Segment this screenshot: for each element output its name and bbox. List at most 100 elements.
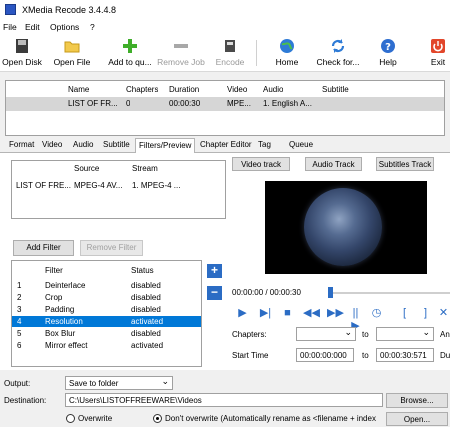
menu-bar: File Edit Options ? [0, 20, 450, 35]
column-header[interactable]: Name [68, 85, 89, 94]
filter-name: Mirror effect [45, 341, 88, 350]
help-button[interactable]: ? Help [368, 35, 408, 71]
tab-audio[interactable]: Audio [70, 140, 96, 153]
output-label: Output: [4, 379, 31, 388]
exit-button[interactable]: Exit [420, 35, 450, 71]
filter-name: Box Blur [45, 329, 76, 338]
filter-row[interactable]: 5 Box Blur disabled [12, 328, 201, 339]
seek-thumb[interactable] [328, 287, 333, 298]
tab-chapter-editor[interactable]: Chapter Editor [197, 140, 255, 153]
filter-list-header: Filter Status [12, 265, 201, 276]
end-time-field[interactable]: 00:00:30:571 [376, 348, 434, 362]
menu-edit[interactable]: Edit [25, 22, 40, 32]
home-button[interactable]: Home [266, 35, 308, 71]
job-cell-video: MPE... [227, 99, 252, 108]
open-button[interactable]: Open... [386, 412, 448, 426]
job-cell-chapters: 0 [126, 99, 131, 108]
tab-bar: Format Video Audio Subtitle Filters/Prev… [0, 138, 450, 154]
tab-filters-preview[interactable]: Filters/Preview [135, 138, 196, 154]
stream-cell-name[interactable]: LIST OF FRE... [16, 181, 72, 190]
next-frame-icon[interactable]: ||▶ [349, 307, 362, 332]
add-icon[interactable]: + [207, 264, 222, 278]
column-header[interactable]: Audio [263, 85, 283, 94]
mark-out-icon[interactable]: ] [419, 307, 432, 320]
filter-status: activated [131, 317, 164, 326]
toolbar-separator [256, 40, 257, 66]
open-disk-button[interactable]: Open Disk [0, 35, 44, 71]
filter-index: 2 [17, 293, 22, 302]
open-file-button[interactable]: Open File [50, 35, 94, 71]
tab-queue[interactable]: Queue [286, 140, 316, 153]
column-header[interactable]: Filter [45, 266, 63, 275]
filter-row-selected[interactable]: 4 Resolution activated [12, 316, 201, 327]
tab-format[interactable]: Format [6, 140, 37, 153]
column-header[interactable]: Source [74, 164, 99, 173]
time-readout: 00:00:00 / 00:00:30 [232, 288, 301, 297]
fast-forward-icon[interactable]: ▶▶ [327, 307, 344, 320]
filter-row[interactable]: 3 Padding disabled [12, 304, 201, 315]
chapters-to-select[interactable] [376, 327, 434, 341]
filter-row[interactable]: 1 Deinterlace disabled [12, 280, 201, 291]
video-track-button[interactable]: Video track [232, 157, 290, 171]
subtitles-track-button[interactable]: Subtitles Track [376, 157, 434, 171]
mark-in-icon[interactable]: [ [398, 307, 411, 320]
tab-subtitle[interactable]: Subtitle [100, 140, 133, 153]
remove-filter-button[interactable]: Remove Filter [80, 240, 143, 256]
dont-overwrite-radio[interactable] [153, 414, 162, 423]
clock-icon[interactable]: ◷ [370, 307, 383, 320]
filter-index: 5 [17, 329, 22, 338]
job-list[interactable]: Name Chapters Duration Video Audio Subti… [5, 80, 445, 136]
column-header[interactable]: Duration [169, 85, 199, 94]
job-row[interactable]: LIST OF FR... 0 00:00:30 MPE... 1. Engli… [6, 97, 444, 111]
preview-frame-image [304, 188, 382, 266]
play-icon[interactable]: ▶ [236, 307, 249, 320]
output-select[interactable]: Save to folder [65, 376, 173, 390]
column-header[interactable]: Chapters [126, 85, 158, 94]
filter-row[interactable]: 2 Crop disabled [12, 292, 201, 303]
column-header[interactable]: Status [131, 266, 154, 275]
add-to-queue-button[interactable]: Add to qu... [104, 35, 156, 71]
column-header[interactable]: Video [227, 85, 247, 94]
stream-cell-source[interactable]: MPEG-4 AV... [74, 181, 130, 190]
filter-index: 3 [17, 305, 22, 314]
remove-icon[interactable]: − [207, 286, 222, 300]
end-time-to-label: to [362, 351, 369, 360]
remove-job-button[interactable]: Remove Job [156, 35, 206, 71]
video-preview[interactable] [265, 181, 427, 274]
menu-file[interactable]: File [3, 22, 17, 32]
filter-name: Resolution [45, 317, 83, 326]
job-cell-duration: 00:00:30 [169, 99, 201, 108]
stream-list[interactable]: Source Stream LIST OF FRE... MPEG-4 AV..… [11, 160, 226, 219]
filter-list[interactable]: Filter Status 1 Deinterlace disabled 2 C… [11, 260, 202, 367]
audio-track-button[interactable]: Audio Track [305, 157, 362, 171]
filter-status: disabled [131, 305, 161, 314]
stream-cell-stream[interactable]: 1. MPEG-4 ... [132, 181, 192, 190]
cut-icon[interactable]: ✕ [437, 307, 450, 320]
tab-tag[interactable]: Tag [255, 140, 274, 153]
power-icon [431, 39, 445, 53]
menu-options[interactable]: Options [50, 22, 79, 32]
tab-video[interactable]: Video [39, 140, 65, 153]
job-cell-name: LIST OF FR... [68, 99, 118, 108]
check-for-updates-button[interactable]: Check for... [312, 35, 364, 71]
overwrite-radio[interactable] [66, 414, 75, 423]
add-filter-button[interactable]: Add Filter [13, 240, 74, 256]
step-forward-icon[interactable]: ▶| [259, 307, 272, 320]
column-header[interactable]: Stream [132, 164, 158, 173]
globe-icon [280, 39, 294, 53]
overwrite-label: Overwrite [78, 414, 113, 423]
browse-button[interactable]: Browse... [386, 393, 448, 408]
menu-help[interactable]: ? [90, 22, 95, 32]
destination-label: Destination: [4, 396, 47, 405]
column-header[interactable]: Subtitle [322, 85, 349, 94]
stop-icon[interactable]: ■ [281, 307, 294, 320]
svg-text:?: ? [385, 42, 391, 53]
disk-icon [16, 39, 28, 53]
encode-button[interactable]: Encode [210, 35, 250, 71]
chapters-from-select[interactable] [296, 327, 356, 341]
seek-track[interactable] [330, 292, 450, 294]
start-time-field[interactable]: 00:00:00:000 [296, 348, 354, 362]
filter-row[interactable]: 6 Mirror effect activated [12, 340, 201, 351]
rewind-icon[interactable]: ◀◀ [303, 307, 320, 320]
destination-field[interactable]: C:\Users\LISTOFFREEWARE\Videos [65, 393, 383, 407]
